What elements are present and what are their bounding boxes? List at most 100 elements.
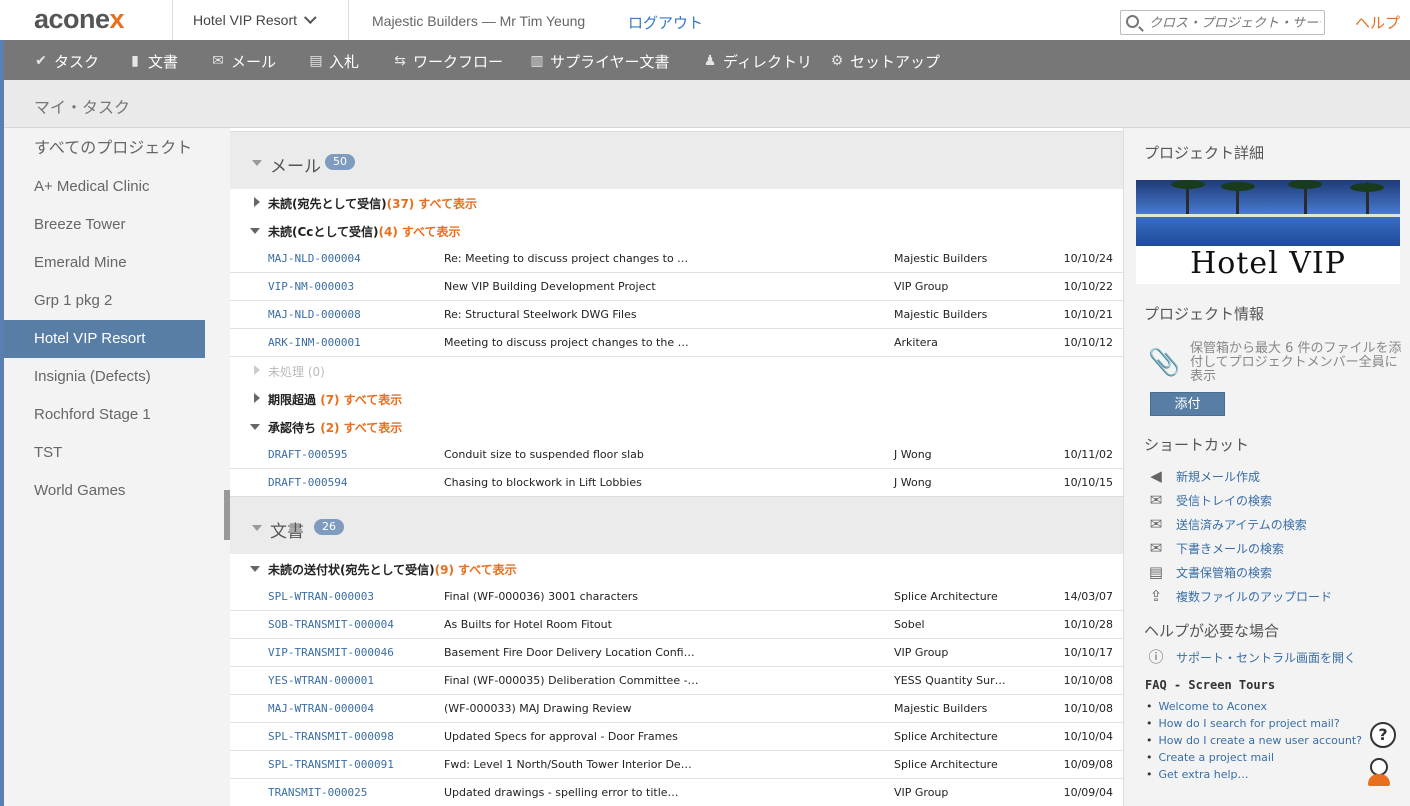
transmittal-from: Splice Architecture bbox=[894, 590, 998, 603]
sidebar-item-hotel-vip-resort[interactable]: Hotel VIP Resort bbox=[4, 320, 205, 358]
group-unread-transmittals[interactable]: 未読の送付状(宛先として受信)(9) すべて表示 bbox=[230, 555, 1123, 583]
shortcut-search-sent[interactable]: ✉ 送信済みアイテムの検索 bbox=[1146, 514, 1307, 534]
table-row[interactable]: MAJ-NLD-000008 Re: Structural Steelwork D… bbox=[230, 301, 1123, 329]
show-all-link[interactable]: すべて表示 bbox=[344, 421, 403, 435]
count-badge: 26 bbox=[314, 519, 344, 535]
transmittal-date: 10/10/04 bbox=[1063, 730, 1113, 743]
transmittal-number-link[interactable]: MAJ-WTRAN-000004 bbox=[268, 702, 374, 715]
mail-date: 10/10/24 bbox=[1063, 252, 1113, 265]
logout-link[interactable]: ログアウト bbox=[628, 12, 703, 33]
mail-from: J Wong bbox=[894, 476, 932, 489]
table-row[interactable]: ARK-INM-000001 Meeting to discuss project… bbox=[230, 329, 1123, 357]
project-selector[interactable]: Hotel VIP Resort bbox=[193, 11, 317, 28]
transmittal-number-link[interactable]: SPL-TRANSMIT-000091 bbox=[268, 758, 394, 771]
help-character-icon[interactable]: ? bbox=[1362, 722, 1402, 788]
nav-mail[interactable]: ✉ メール bbox=[211, 50, 276, 72]
expand-triangle-icon bbox=[254, 365, 260, 375]
mail-number-link[interactable]: MAJ-NLD-000004 bbox=[268, 252, 361, 265]
mail-number-link[interactable]: ARK-INM-000001 bbox=[268, 336, 361, 349]
nav-setup[interactable]: ⚙ セットアップ bbox=[830, 50, 940, 72]
support-central-link[interactable]: ⓘ サポート・セントラル画面を開く bbox=[1146, 647, 1356, 667]
transmittal-date: 10/09/04 bbox=[1063, 786, 1113, 799]
mail-subject: New VIP Building Development Project bbox=[444, 280, 656, 293]
help-link[interactable]: ヘルプ bbox=[1355, 12, 1400, 33]
nav-tasks[interactable]: ✔ タスク bbox=[34, 50, 99, 72]
sidebar-item-project[interactable]: Breeze Tower bbox=[4, 206, 205, 244]
show-all-link[interactable]: すべて表示 bbox=[402, 225, 461, 239]
user-info: Majestic Builders — Mr Tim Yeung bbox=[372, 13, 586, 29]
aconex-logo[interactable]: aconex bbox=[34, 4, 125, 35]
transmittal-number-link[interactable]: VIP-TRANSMIT-000046 bbox=[268, 646, 394, 659]
documents-section-header[interactable]: 文書 26 bbox=[230, 496, 1123, 554]
sidebar-item-project[interactable]: Grp 1 pkg 2 bbox=[4, 282, 205, 320]
table-row[interactable]: MAJ-NLD-000004 Re: Meeting to discuss pro… bbox=[230, 245, 1123, 273]
transmittal-number-link[interactable]: SOB-TRANSMIT-000004 bbox=[268, 618, 394, 631]
search-input[interactable] bbox=[1149, 14, 1321, 32]
shortcut-upload-files[interactable]: ⇪ 複数ファイルのアップロード bbox=[1146, 586, 1332, 606]
transmittal-number-link[interactable]: TRANSMIT-000025 bbox=[268, 786, 367, 799]
table-row[interactable]: SPL-WTRAN-000003 Final (WF-000036) 3001 c… bbox=[230, 583, 1123, 611]
table-row[interactable]: SPL-TRANSMIT-000091 Fwd: Level 1 North/So… bbox=[230, 751, 1123, 779]
nav-documents[interactable]: ▮ 文書 bbox=[128, 50, 178, 72]
transmittal-from: VIP Group bbox=[894, 646, 949, 659]
faq-link[interactable]: Welcome to Aconex bbox=[1146, 700, 1376, 717]
table-row[interactable]: DRAFT-000595 Conduit size to suspended fl… bbox=[230, 441, 1123, 469]
shortcuts-title: ショートカット bbox=[1144, 436, 1250, 454]
transmittal-subject: Basement Fire Door Delivery Location Con… bbox=[444, 646, 695, 659]
faq-link[interactable]: How do I search for project mail? bbox=[1146, 717, 1376, 734]
mail-number-link[interactable]: DRAFT-000595 bbox=[268, 448, 347, 461]
mail-number-link[interactable]: MAJ-NLD-000008 bbox=[268, 308, 361, 321]
show-all-link[interactable]: すべて表示 bbox=[344, 393, 403, 407]
table-row[interactable]: SPL-TRANSMIT-000098 Updated Specs for app… bbox=[230, 723, 1123, 751]
mail-date: 10/10/22 bbox=[1063, 280, 1113, 293]
mail-section-header[interactable]: メール 50 bbox=[230, 131, 1123, 189]
shortcut-search-doc-register[interactable]: ▤ 文書保管箱の検索 bbox=[1146, 562, 1272, 582]
faq-link[interactable]: Create a project mail bbox=[1146, 751, 1376, 768]
help-bubble-icon: ⓘ bbox=[1148, 648, 1164, 666]
faq-link[interactable]: How do I create a new user account? bbox=[1146, 734, 1376, 751]
show-all-link[interactable]: すべて表示 bbox=[458, 563, 517, 577]
table-row[interactable]: VIP-NM-000003 New VIP Building Developmen… bbox=[230, 273, 1123, 301]
sidebar-item-project[interactable]: TST bbox=[4, 434, 205, 472]
table-row[interactable]: SOB-TRANSMIT-000004 As Builts for Hotel R… bbox=[230, 611, 1123, 639]
group-pending-approval[interactable]: 承認待ち (2) すべて表示 bbox=[230, 413, 1123, 441]
nav-tender[interactable]: ▤ 入札 bbox=[309, 50, 359, 72]
transmittal-from: YESS Quantity Sur… bbox=[894, 674, 1006, 687]
sidebar-item-project[interactable]: Insignia (Defects) bbox=[4, 358, 205, 396]
transmittal-number-link[interactable]: YES-WTRAN-000001 bbox=[268, 674, 374, 687]
group-unread-to[interactable]: 未読(宛先として受信)(37) すべて表示 bbox=[230, 189, 1123, 217]
check-icon: ✔ bbox=[35, 53, 47, 69]
faq-link[interactable]: Get extra help… bbox=[1146, 768, 1376, 785]
show-all-link[interactable]: すべて表示 bbox=[418, 197, 477, 211]
attach-button[interactable]: 添付 bbox=[1150, 392, 1225, 416]
table-row[interactable]: VIP-TRANSMIT-000046 Basement Fire Door De… bbox=[230, 639, 1123, 667]
table-row[interactable]: TRANSMIT-000025 Updated drawings - spelli… bbox=[230, 779, 1123, 806]
sidebar-item-project[interactable]: Rochford Stage 1 bbox=[4, 396, 205, 434]
sidebar-item-project[interactable]: Emerald Mine bbox=[4, 244, 205, 282]
collapse-triangle-icon bbox=[250, 228, 260, 234]
transmittal-number-link[interactable]: SPL-WTRAN-000003 bbox=[268, 590, 374, 603]
table-row[interactable]: YES-WTRAN-000001 Final (WF-000035) Delibe… bbox=[230, 667, 1123, 695]
mail-number-link[interactable]: DRAFT-000594 bbox=[268, 476, 347, 489]
transmittal-subject: Final (WF-000035) Deliberation Committee… bbox=[444, 674, 699, 687]
shortcut-search-inbox[interactable]: ✉ 受信トレイの検索 bbox=[1146, 490, 1272, 510]
sidebar-item-project[interactable]: World Games bbox=[4, 472, 205, 510]
table-row[interactable]: DRAFT-000594 Chasing to blockwork in Lift… bbox=[230, 469, 1123, 497]
mail-number-link[interactable]: VIP-NM-000003 bbox=[268, 280, 354, 293]
sidebar-item-project[interactable]: A+ Medical Clinic bbox=[4, 168, 205, 206]
table-row[interactable]: MAJ-WTRAN-000004 (WF-000033) MAJ Drawing … bbox=[230, 695, 1123, 723]
collapse-triangle-icon bbox=[252, 160, 262, 166]
nav-workflow[interactable]: ⇆ ワークフロー bbox=[393, 50, 503, 72]
shortcut-search-drafts[interactable]: ✉ 下書きメールの検索 bbox=[1146, 538, 1284, 558]
transmittal-number-link[interactable]: SPL-TRANSMIT-000098 bbox=[268, 730, 394, 743]
group-overdue[interactable]: 期限超過 (7) すべて表示 bbox=[230, 385, 1123, 413]
sidebar-item-all-projects[interactable]: すべてのプロジェクト bbox=[4, 129, 205, 167]
cross-project-search[interactable] bbox=[1120, 10, 1325, 35]
expand-triangle-icon bbox=[254, 393, 260, 403]
nav-supplier-docs[interactable]: ▥ サプライヤー文書 bbox=[530, 50, 669, 72]
transmittal-subject: Updated drawings - spelling error to tit… bbox=[444, 786, 679, 799]
nav-directory[interactable]: ♟ ディレクトリ bbox=[703, 50, 812, 72]
group-unread-cc[interactable]: 未読(Ccとして受信)(4) すべて表示 bbox=[230, 217, 1123, 245]
mail-date: 10/10/12 bbox=[1063, 336, 1113, 349]
shortcut-new-mail[interactable]: ◀ 新規メール作成 bbox=[1146, 466, 1260, 486]
